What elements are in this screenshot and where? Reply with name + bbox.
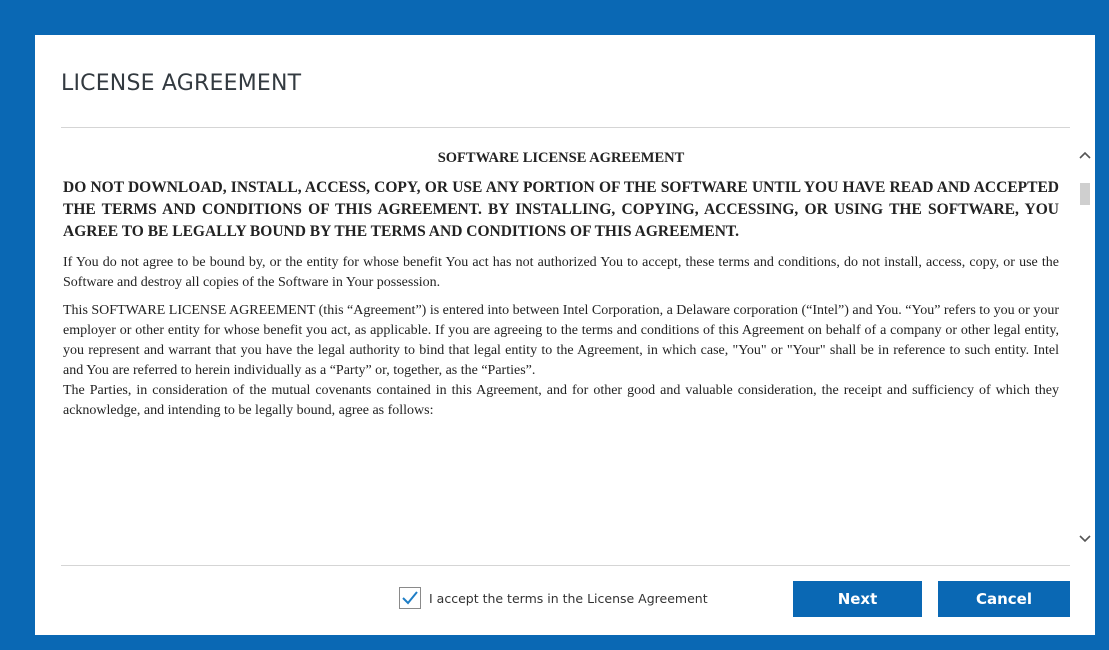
license-dialog: LICENSE AGREEMENT SOFTWARE LICENSE AGREE… <box>35 35 1095 635</box>
dialog-title: LICENSE AGREEMENT <box>61 71 302 96</box>
license-paragraph: If You do not agree to be bound by, or t… <box>63 255 1059 290</box>
chevron-up-icon[interactable] <box>1077 147 1093 163</box>
title-divider <box>61 127 1070 128</box>
accept-terms-checkbox-row[interactable]: I accept the terms in the License Agreem… <box>399 587 708 609</box>
cancel-button[interactable]: Cancel <box>938 581 1070 617</box>
checkmark-icon <box>402 591 418 605</box>
accept-label: I accept the terms in the License Agreem… <box>429 590 708 606</box>
chevron-down-icon[interactable] <box>1077 531 1093 547</box>
license-paragraph: The Parties, in consideration of the mut… <box>63 383 1059 418</box>
license-scrollbar[interactable] <box>1075 147 1095 557</box>
accept-checkbox[interactable] <box>399 587 421 609</box>
license-paragraph: This SOFTWARE LICENSE AGREEMENT (this “A… <box>63 303 1059 378</box>
license-text-area[interactable]: SOFTWARE LICENSE AGREEMENT DO NOT DOWNLO… <box>63 150 1059 550</box>
license-warning: DO NOT DOWNLOAD, INSTALL, ACCESS, COPY, … <box>63 179 1059 240</box>
scroll-thumb[interactable] <box>1080 183 1090 205</box>
footer-divider <box>61 565 1070 566</box>
license-heading: SOFTWARE LICENSE AGREEMENT <box>437 150 685 166</box>
next-button[interactable]: Next <box>793 581 922 617</box>
